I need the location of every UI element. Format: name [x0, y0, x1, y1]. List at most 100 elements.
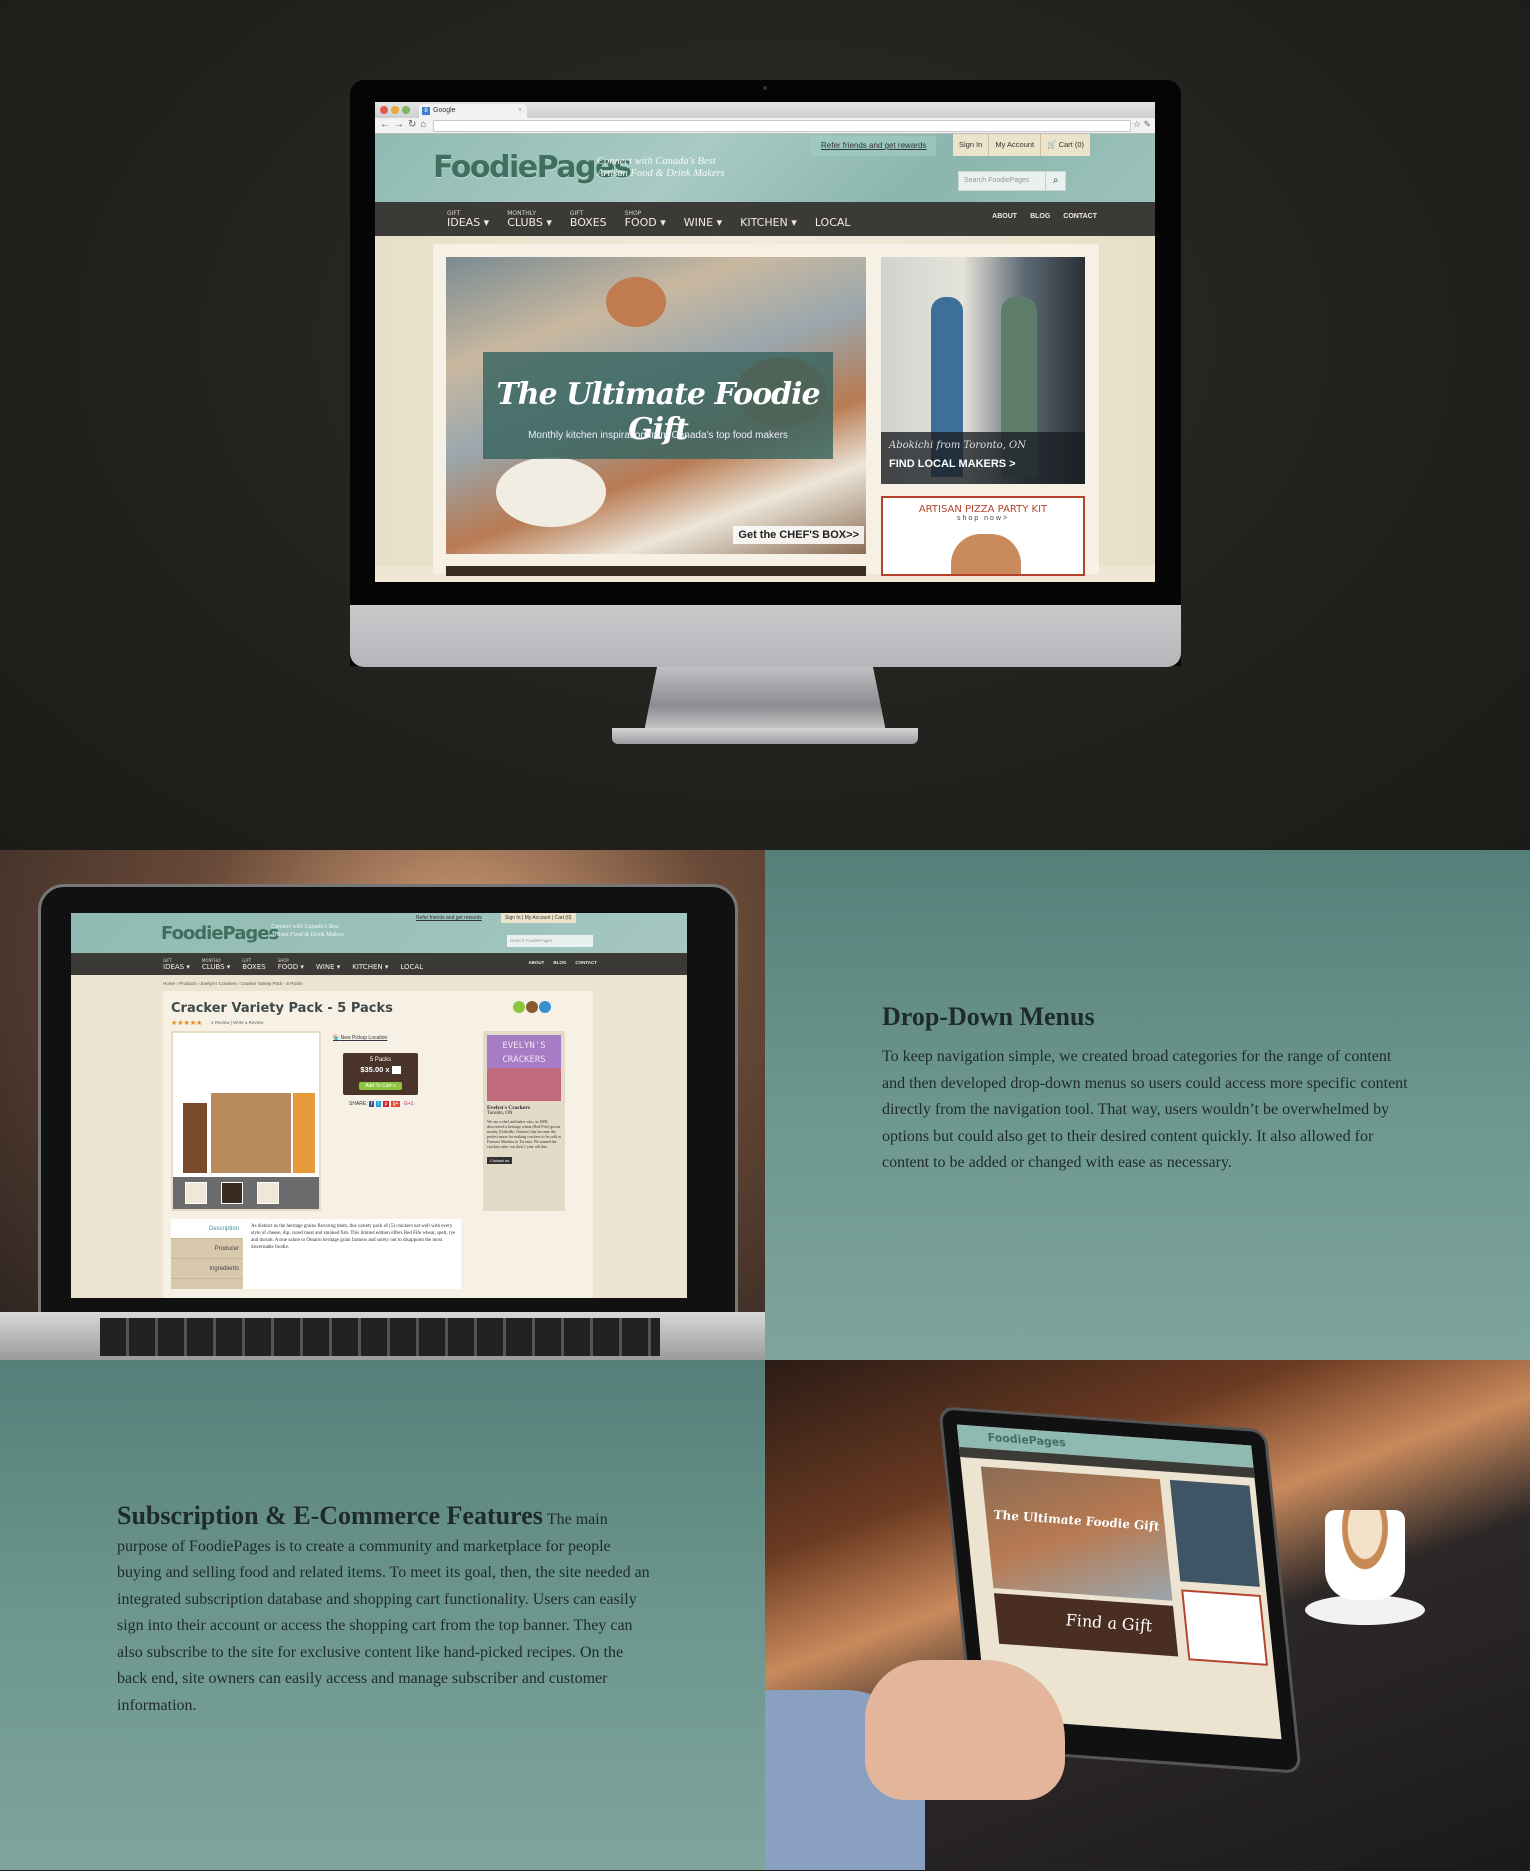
new-pickup-location-link[interactable]: 🏪 New Pickup Location — [333, 1035, 387, 1041]
nav-about[interactable]: ABOUT — [528, 960, 544, 965]
pizza-kit-promo[interactable]: ARTISAN PIZZA PARTY KIT shop now> — [881, 496, 1085, 576]
site-header: FoodiePages Connect with Canada's Best Ar… — [375, 134, 1155, 202]
bookmark-star-icon[interactable]: ☆ — [1133, 119, 1141, 129]
section-heading: Drop-Down Menus — [882, 1002, 1095, 1031]
nav-local[interactable]: LOCAL — [400, 963, 423, 975]
thumbnail[interactable] — [221, 1182, 243, 1204]
tab-producer[interactable]: Producer — [171, 1239, 243, 1259]
account-bar: Sign In My Account 🛒 Cart (0) — [953, 134, 1090, 156]
imac-showcase-section: 8 Google × ←→↻⌂ ☆ ✎ FoodiePages Connect … — [0, 0, 1530, 850]
nav-wine[interactable]: WINE ▾ — [684, 217, 722, 236]
nav-local[interactable]: LOCAL — [815, 217, 851, 236]
twitter-icon[interactable]: t — [375, 1101, 382, 1107]
reviews-link[interactable]: 1 Review | Write a Review — [211, 1020, 263, 1025]
nav-kitchen[interactable]: KITCHEN ▾ — [740, 217, 797, 236]
laptop-display: FoodiePages Connect with Canada's Best Ar… — [38, 884, 738, 1334]
thumbnail[interactable] — [185, 1182, 207, 1204]
nav-blog[interactable]: BLOG — [1030, 213, 1050, 220]
chefs-box-button[interactable]: Get the CHEF'S BOX>> — [733, 526, 864, 544]
contact-us-button[interactable]: Contact us — [487, 1157, 513, 1164]
browser-tabstrip: 8 Google × — [375, 102, 1155, 118]
hero-banner[interactable]: The Ultimate Foodie Gift Monthly kitchen… — [446, 257, 866, 554]
search-icon[interactable]: ⌕ — [1045, 172, 1065, 190]
imac-foot — [612, 728, 918, 744]
nav-monthly-clubs[interactable]: MONTHLY CLUBS ▾ — [202, 958, 230, 975]
browser-window: 8 Google × ←→↻⌂ ☆ ✎ FoodiePages Connect … — [375, 102, 1155, 582]
google-plus-one-icon[interactable]: G+1 — [401, 1101, 416, 1107]
cart-icon: 🛒 — [1047, 140, 1057, 149]
nav-kitchen[interactable]: KITCHEN ▾ — [352, 963, 388, 975]
browser-toolbar: ←→↻⌂ ☆ ✎ — [375, 118, 1155, 134]
wrench-icon[interactable]: ✎ — [1143, 119, 1151, 129]
price: $35.00 x — [343, 1065, 418, 1075]
nav-gift-boxes[interactable]: GIFT BOXES — [570, 210, 607, 236]
google-favicon-icon: 8 — [422, 107, 430, 115]
nav-wine[interactable]: WINE ▾ — [316, 963, 340, 975]
forward-icon[interactable]: → — [394, 119, 408, 130]
site-header: FoodiePages Connect with Canada's Best Ar… — [71, 913, 687, 953]
producer-card: EVELYN'S CRACKERS Evelyn's Crackers Toro… — [483, 1031, 565, 1211]
back-icon[interactable]: ← — [380, 119, 394, 130]
address-bar[interactable] — [433, 120, 1131, 132]
close-window-icon[interactable] — [380, 106, 388, 114]
tab-description[interactable]: Description — [171, 1219, 243, 1239]
nav-monthly-clubs[interactable]: MONTHLY CLUBS ▾ — [507, 210, 552, 236]
market-stall-icon: 🏪 — [333, 1035, 340, 1041]
nav-gift-ideas[interactable]: GIFT IDEAS ▾ — [447, 210, 489, 236]
foodiepages-logo[interactable]: FoodiePages — [161, 923, 279, 944]
lifestyle-photo-section: FoodiePages The Ultimate Foodie Gift Fin… — [765, 1360, 1530, 1870]
sign-in-link[interactable]: Sign In — [959, 134, 982, 156]
minimize-window-icon[interactable] — [391, 106, 399, 114]
refer-friends-link[interactable]: Refer friends and get rewards — [811, 136, 937, 156]
cart-link[interactable]: 🛒 Cart (0) — [1040, 134, 1084, 156]
account-bar[interactable]: Sign In | My Account | Cart (0) — [501, 913, 576, 923]
person-hand — [865, 1660, 1065, 1800]
nav-gift-ideas[interactable]: GIFT IDEAS ▾ — [163, 958, 190, 975]
refer-friends-link[interactable]: Refer friends and get rewards — [416, 915, 482, 921]
section-heading: Subscription & E-Commerce Features — [117, 1501, 543, 1530]
nav-about[interactable]: ABOUT — [992, 213, 1017, 220]
tagline: Connect with Canada's Best Artisan Food &… — [271, 924, 344, 938]
nav-shop-food[interactable]: SHOP FOOD ▾ — [625, 210, 666, 236]
maximize-window-icon[interactable] — [402, 106, 410, 114]
shop-now-link[interactable]: shop now> — [883, 515, 1083, 522]
local-makers-promo[interactable]: Abokichi from Toronto, ON FIND LOCAL MAK… — [881, 257, 1085, 484]
nav-contact[interactable]: CONTACT — [575, 960, 597, 965]
breadcrumb[interactable]: Home › Products › Evelyn's Crackers › Cr… — [163, 981, 303, 986]
thumbnail-strip — [173, 1177, 319, 1209]
makers-caption: Abokichi from Toronto, ON — [889, 440, 1026, 451]
add-to-cart-button[interactable]: Add To Cart » — [359, 1082, 402, 1091]
find-local-makers-link[interactable]: FIND LOCAL MAKERS > — [889, 458, 1016, 470]
my-account-link[interactable]: My Account — [988, 134, 1034, 156]
dropdown-menus-section: Drop-Down Menus To keep navigation simpl… — [765, 850, 1530, 1360]
home-icon[interactable]: ⌂ — [420, 119, 430, 130]
find-a-gift-banner: Find a Gift — [993, 1593, 1179, 1657]
thumbnail[interactable] — [257, 1182, 279, 1204]
reload-icon[interactable]: ↻ — [408, 119, 420, 130]
pizza-kit-title: ARTISAN PIZZA PARTY KIT — [918, 504, 1048, 515]
imac-chin — [350, 605, 1181, 667]
coffee-cup — [1325, 1510, 1405, 1600]
google-plus-icon[interactable]: g+ — [390, 1101, 401, 1107]
laptop-product-section: FoodiePages Connect with Canada's Best Ar… — [0, 850, 765, 1360]
tagline: Connect with Canada's Best Artisan Food &… — [597, 156, 725, 179]
facebook-icon[interactable]: f — [369, 1101, 375, 1107]
close-tab-icon[interactable]: × — [518, 104, 522, 118]
badge-icon — [513, 1001, 525, 1013]
tab-ingredients[interactable]: Ingredients — [171, 1259, 243, 1279]
producer-logo: EVELYN'S CRACKERS — [487, 1035, 561, 1101]
pizza-box-image — [951, 534, 1021, 574]
search-input[interactable]: Search FoodiePages — [507, 935, 593, 947]
tab-title: Google — [433, 107, 456, 114]
product-image-gallery[interactable] — [171, 1031, 321, 1211]
product-description: As distinct as the heritage grains flavo… — [251, 1224, 456, 1250]
pinterest-icon[interactable]: p — [382, 1101, 390, 1107]
nav-shop-food[interactable]: SHOP FOOD ▾ — [278, 958, 304, 975]
quantity-input[interactable] — [391, 1066, 401, 1075]
nav-blog[interactable]: BLOG — [553, 960, 566, 965]
nav-gift-boxes[interactable]: GIFT BOXES — [242, 958, 265, 975]
nav-contact[interactable]: CONTACT — [1063, 213, 1097, 220]
home-content: The Ultimate Foodie Gift Monthly kitchen… — [375, 236, 1155, 576]
search-input[interactable]: Search FoodiePages ⌕ — [958, 171, 1066, 191]
browser-tab[interactable]: 8 Google × — [419, 104, 527, 118]
